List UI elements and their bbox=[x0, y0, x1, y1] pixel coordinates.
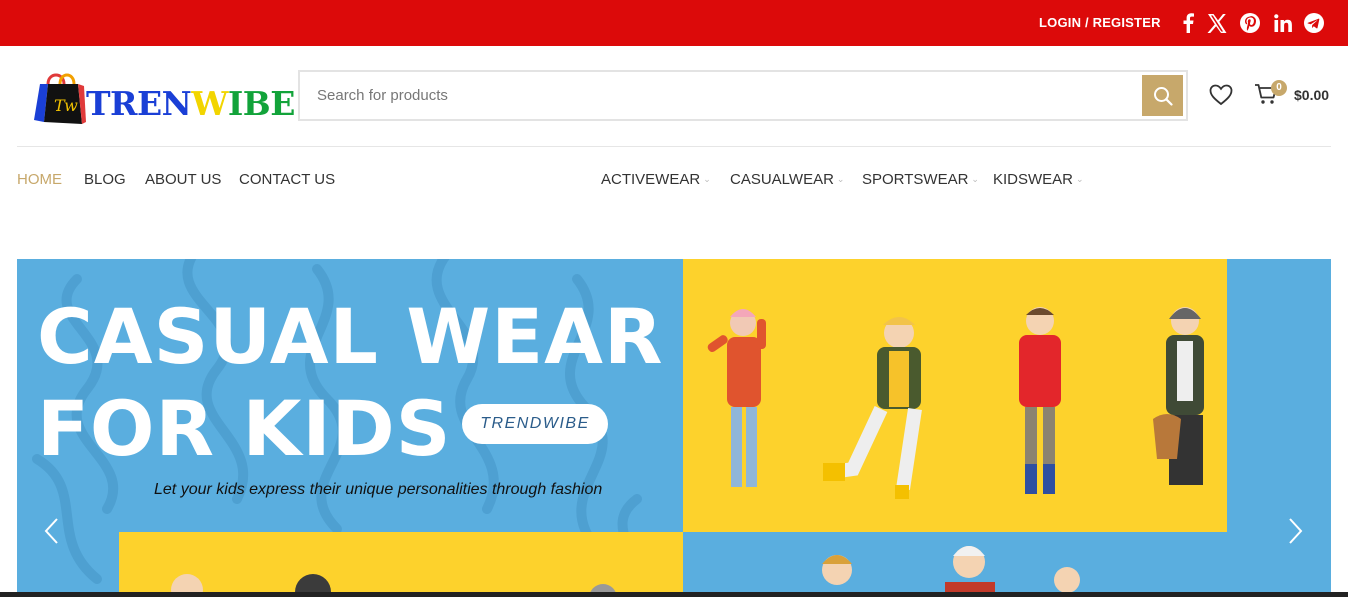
nav-activewear[interactable]: ACTIVEWEAR ⌄ bbox=[601, 171, 711, 188]
chevron-down-icon: ⌄ bbox=[836, 174, 845, 184]
nav-home[interactable]: HOME bbox=[17, 171, 62, 188]
logo-wordmark: TRENWIBE bbox=[86, 84, 295, 123]
nav-kidswear[interactable]: KIDSWEAR ⌄ bbox=[993, 171, 1084, 188]
top-bar: LOGIN / REGISTER bbox=[0, 0, 1348, 46]
browser-bottom-edge bbox=[0, 592, 1348, 597]
cart-count-badge: 0 bbox=[1271, 80, 1287, 96]
hero-tagline: Let your kids express their unique perso… bbox=[154, 481, 603, 498]
pinterest-icon[interactable] bbox=[1239, 12, 1261, 34]
nav-blog[interactable]: BLOG bbox=[84, 171, 126, 188]
chevron-down-icon: ⌄ bbox=[1076, 174, 1084, 184]
hero-brand-pill: TRENDWIBE bbox=[462, 404, 608, 444]
nav-sportswear-label: SPORTSWEAR bbox=[862, 171, 969, 188]
wishlist-heart-icon[interactable] bbox=[1209, 84, 1233, 111]
search-icon bbox=[1153, 86, 1173, 106]
slider-next-arrow-icon[interactable] bbox=[1288, 517, 1304, 550]
nav-sportswear[interactable]: SPORTSWEAR ⌄ bbox=[862, 171, 979, 188]
hero-image-panel-bottom-left bbox=[119, 532, 683, 597]
cart-total[interactable]: $0.00 bbox=[1294, 87, 1329, 103]
site-logo[interactable]: Tw TRENWIBE bbox=[34, 66, 295, 126]
hero-title-line-1: CASUAL WEAR bbox=[37, 292, 664, 381]
nav-contact-us[interactable]: CONTACT US bbox=[239, 171, 335, 188]
nav-casualwear-label: CASUALWEAR bbox=[730, 171, 834, 188]
nav-activewear-label: ACTIVEWEAR bbox=[601, 171, 701, 188]
nav-about-us[interactable]: ABOUT US bbox=[145, 171, 221, 188]
logo-text-part-2: W bbox=[191, 84, 228, 123]
logo-text-part-3: IBE bbox=[227, 84, 295, 123]
login-register-link[interactable]: LOGIN / REGISTER bbox=[1039, 15, 1161, 30]
logo-monogram: Tw bbox=[54, 96, 78, 115]
search-button[interactable] bbox=[1142, 75, 1183, 116]
slider-prev-arrow-icon[interactable] bbox=[43, 517, 59, 550]
logo-text-part-1: TREN bbox=[86, 84, 192, 123]
x-twitter-icon[interactable] bbox=[1206, 12, 1228, 34]
kids-group-illustration bbox=[707, 307, 1204, 499]
search-input[interactable] bbox=[300, 72, 1140, 119]
telegram-icon[interactable] bbox=[1303, 12, 1325, 34]
facebook-icon[interactable] bbox=[1177, 12, 1199, 34]
chevron-down-icon: ⌄ bbox=[971, 174, 979, 184]
linkedin-icon[interactable] bbox=[1272, 12, 1294, 34]
header-divider bbox=[17, 146, 1331, 147]
search-form bbox=[298, 70, 1188, 121]
hero-image-panel-top bbox=[683, 259, 1227, 532]
hero-title-line-2: FOR KIDS bbox=[37, 384, 452, 473]
chevron-down-icon: ⌄ bbox=[703, 174, 711, 184]
hero-slider[interactable]: CASUAL WEAR FOR KIDS TRENDWIBE Let your … bbox=[17, 259, 1331, 597]
nav-casualwear[interactable]: CASUALWEAR ⌄ bbox=[730, 171, 844, 188]
hero-image-panel-bottom-right bbox=[683, 532, 1227, 597]
nav-kidswear-label: KIDSWEAR bbox=[993, 171, 1074, 188]
hero-side-panel bbox=[1227, 259, 1331, 597]
